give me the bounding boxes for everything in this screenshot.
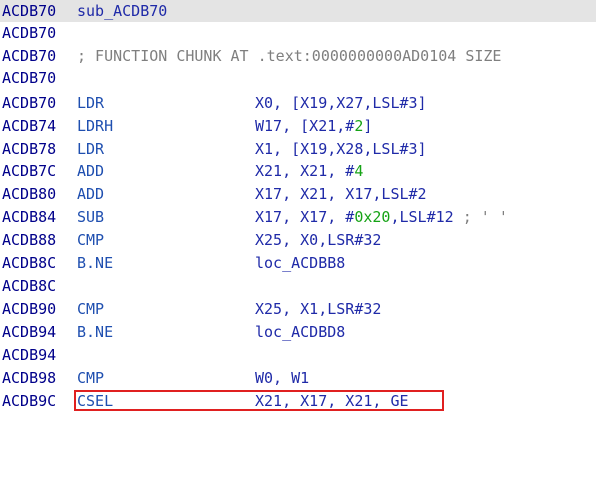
listing-line[interactable]: ACDB80 ADD X17, X21, X17,LSL#2 [0, 183, 596, 205]
instruction-mnemonic[interactable]: LDR [77, 138, 104, 160]
instruction-operands[interactable]: X0, [X19,X27,LSL#3] [255, 92, 427, 114]
instruction-operands[interactable]: X21, X17, X21, GE [255, 390, 409, 412]
instruction-operands[interactable]: X25, X0,LSR#32 [255, 229, 381, 251]
instruction-operands[interactable]: X21, X21, #4 [255, 160, 363, 182]
instruction-mnemonic[interactable]: LDRH [77, 115, 113, 137]
operand-text: X17, X17, # [255, 208, 355, 226]
instruction-mnemonic[interactable]: CMP [77, 367, 104, 389]
immediate-value: 4 [354, 162, 364, 180]
instruction-mnemonic[interactable]: CMP [77, 298, 104, 320]
line-address: ACDB9C [2, 392, 57, 410]
line-address: ACDB70 [2, 94, 57, 112]
line-address: ACDB88 [2, 231, 57, 249]
listing-line[interactable]: ACDB94 [0, 344, 596, 366]
instruction-mnemonic[interactable]: CMP [77, 229, 104, 251]
line-address: ACDB94 [2, 323, 57, 341]
listing-line[interactable]: ACDB70 ; FUNCTION CHUNK AT .text:0000000… [0, 45, 596, 67]
immediate-value: 0x20 [354, 208, 391, 226]
instruction-operands[interactable]: X17, X17, #0x20,LSL#12 ; ' ' [255, 206, 508, 228]
branch-target-label[interactable]: loc_ACDBD8 [255, 321, 345, 343]
listing-line[interactable]: ACDB94 B.NE loc_ACDBD8 [0, 321, 596, 343]
operand-text: X21, X21, # [255, 162, 355, 180]
instruction-mnemonic[interactable]: LDR [77, 92, 104, 114]
instruction-operands[interactable]: X25, X1,LSR#32 [255, 298, 381, 320]
instruction-operands[interactable]: W0, W1 [255, 367, 309, 389]
listing-line[interactable]: ACDB74 LDRH W17, [X21,#2] [0, 115, 596, 137]
listing-line[interactable]: ACDB98 CMP W0, W1 [0, 367, 596, 389]
listing-line[interactable]: ACDB84 SUB X17, X17, #0x20,LSL#12 ; ' ' [0, 206, 596, 228]
listing-line-selected[interactable]: ACDB9C CSEL X21, X17, X21, GE [0, 390, 596, 412]
operand-text: ,LSL#12 [390, 208, 454, 226]
listing-line[interactable]: ACDB70 [0, 22, 596, 44]
branch-target-label[interactable]: loc_ACDBB8 [255, 252, 345, 274]
line-address: ACDB8C [2, 277, 57, 295]
line-address: ACDB70 [2, 2, 57, 20]
listing-line[interactable]: ACDB88 CMP X25, X0,LSR#32 [0, 229, 596, 251]
line-address: ACDB70 [2, 69, 57, 87]
instruction-mnemonic[interactable]: CSEL [77, 390, 113, 412]
line-address: ACDB70 [2, 47, 57, 65]
inline-comment: ; ' ' [453, 208, 508, 226]
line-address: ACDB78 [2, 140, 57, 158]
listing-line[interactable]: ACDB70 LDR X0, [X19,X27,LSL#3] [0, 92, 596, 114]
operand-text: ] [363, 117, 373, 135]
instruction-operands[interactable]: X1, [X19,X28,LSL#3] [255, 138, 427, 160]
instruction-mnemonic[interactable]: SUB [77, 206, 104, 228]
listing-line[interactable]: ACDB7C ADD X21, X21, #4 [0, 160, 596, 182]
listing-line[interactable]: ACDB8C B.NE loc_ACDBB8 [0, 252, 596, 274]
instruction-mnemonic[interactable]: B.NE [77, 321, 113, 343]
instruction-operands[interactable]: W17, [X21,#2] [255, 115, 372, 137]
listing-line[interactable]: ACDB78 LDR X1, [X19,X28,LSL#3] [0, 138, 596, 160]
listing-line[interactable]: ACDB70 [0, 67, 596, 89]
line-address: ACDB80 [2, 185, 57, 203]
line-address: ACDB7C [2, 162, 57, 180]
line-address: ACDB90 [2, 300, 57, 318]
instruction-operands[interactable]: X17, X21, X17,LSL#2 [255, 183, 427, 205]
line-address: ACDB70 [2, 24, 57, 42]
listing-line[interactable]: ACDB90 CMP X25, X1,LSR#32 [0, 298, 596, 320]
listing-line[interactable]: ACDB8C [0, 275, 596, 297]
operand-text: W17, [X21,# [255, 117, 355, 135]
line-address: ACDB8C [2, 254, 57, 272]
line-address: ACDB84 [2, 208, 57, 226]
instruction-mnemonic[interactable]: ADD [77, 183, 104, 205]
line-address: ACDB94 [2, 346, 57, 364]
line-address: ACDB74 [2, 117, 57, 135]
listing-line[interactable]: ACDB70 sub_ACDB70 [0, 0, 596, 22]
instruction-mnemonic[interactable]: ADD [77, 160, 104, 182]
function-chunk-comment: ; FUNCTION CHUNK AT .text:0000000000AD01… [77, 47, 502, 65]
function-name-label[interactable]: sub_ACDB70 [77, 0, 167, 22]
line-address: ACDB98 [2, 369, 57, 387]
instruction-mnemonic[interactable]: B.NE [77, 252, 113, 274]
